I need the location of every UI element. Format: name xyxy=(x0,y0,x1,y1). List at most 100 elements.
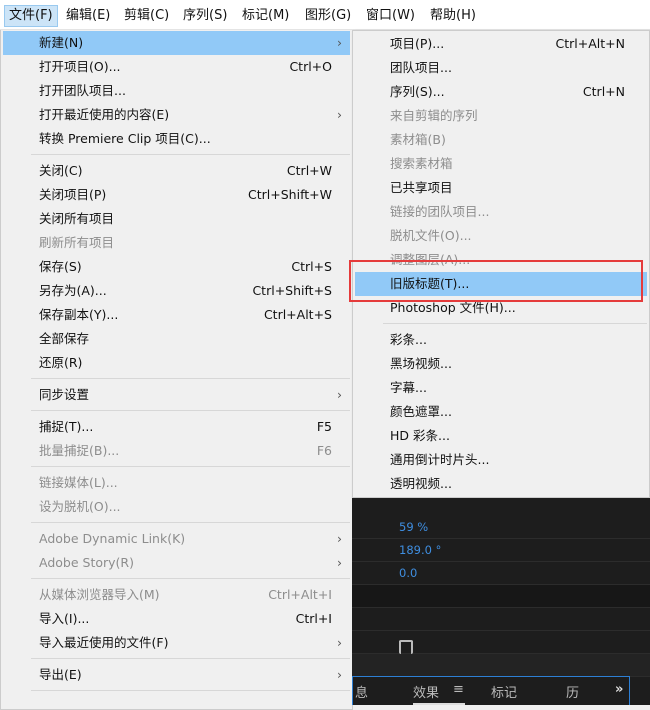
menu-item-新建[interactable]: 新建(N) › xyxy=(3,31,350,55)
menu-item-label: 打开团队项目... xyxy=(39,83,126,98)
menu-序列[interactable]: 序列(S) xyxy=(179,5,231,27)
opacity-value[interactable]: 59 % xyxy=(399,516,428,539)
menu-item-关闭所有项目[interactable]: 关闭所有项目 xyxy=(3,207,350,231)
tab-effects[interactable]: 效果 xyxy=(413,682,439,701)
menu-item-设为脱机[interactable]: 设为脱机(O)... xyxy=(3,495,350,519)
menu-item-从媒体浏览器导入[interactable]: 从媒体浏览器导入(M) Ctrl+Alt+I xyxy=(3,583,350,607)
menu-item-脱机文件[interactable]: 脱机文件(O)... xyxy=(355,224,647,248)
menu-item-label: 已共享项目 xyxy=(390,180,453,195)
tab-markers[interactable]: 标记 xyxy=(491,682,517,701)
menu-图形[interactable]: 图形(G) xyxy=(301,5,355,27)
menu-item-label: HD 彩条... xyxy=(390,428,450,443)
menu-item-label: 彩条... xyxy=(390,332,427,347)
menu-item-关闭项目[interactable]: 关闭项目(P) Ctrl+Shift+W xyxy=(3,183,350,207)
menu-item-团队项目[interactable]: 团队项目... xyxy=(355,56,647,80)
menu-item-透明视频[interactable]: 透明视频... xyxy=(355,472,647,496)
menu-item-同步设置[interactable]: 同步设置 › xyxy=(3,383,350,407)
menu-item-项目[interactable]: 项目(P)... Ctrl+Alt+N xyxy=(355,32,647,56)
menu-item-链接媒体[interactable]: 链接媒体(L)... xyxy=(3,471,350,495)
menu-item-捕捉[interactable]: 捕捉(T)... F5 xyxy=(3,415,350,439)
menu-item-刷新所有项目[interactable]: 刷新所有项目 xyxy=(3,231,350,255)
menu-剪辑[interactable]: 剪辑(C) xyxy=(120,5,173,27)
shortcut-label: Ctrl+S xyxy=(291,259,332,274)
menu-item-hd-彩条[interactable]: HD 彩条... xyxy=(355,424,647,448)
menu-item-adobe-dynamic-link[interactable]: Adobe Dynamic Link(K) › xyxy=(3,527,350,551)
panel-tab-bar: 息 效果 ≡ 标记 历 » xyxy=(352,676,630,705)
submenu-arrow-icon: › xyxy=(337,107,342,122)
menu-separator xyxy=(31,378,350,379)
menu-item-另存为[interactable]: 另存为(A)... Ctrl+Shift+S xyxy=(3,279,350,303)
shortcut-label: Ctrl+Alt+N xyxy=(555,36,625,51)
menu-item-字幕[interactable]: 字幕... xyxy=(355,376,647,400)
menu-separator xyxy=(31,522,350,523)
menu-item-adobe-story[interactable]: Adobe Story(R) › xyxy=(3,551,350,575)
menu-item-label: 链接媒体(L)... xyxy=(39,475,118,490)
menu-item-保存[interactable]: 保存(S) Ctrl+S xyxy=(3,255,350,279)
menu-item-label: 透明视频... xyxy=(390,476,452,491)
menu-item-label: 素材箱(B) xyxy=(390,132,446,147)
angle-value[interactable]: 189.0 ° xyxy=(399,539,441,562)
submenu-arrow-icon: › xyxy=(337,387,342,402)
menu-item-导出[interactable]: 导出(E) › xyxy=(3,663,350,687)
property-row xyxy=(352,631,650,654)
menu-item-关闭[interactable]: 关闭(C) Ctrl+W xyxy=(3,159,350,183)
shortcut-label: Ctrl+Alt+S xyxy=(263,307,332,322)
menu-item-label: 保存(S) xyxy=(39,259,82,274)
number-value[interactable]: 0.0 xyxy=(399,562,417,585)
menu-separator xyxy=(31,466,350,467)
menu-文件[interactable]: 文件(F) xyxy=(4,5,58,27)
submenu-arrow-icon: › xyxy=(337,555,342,570)
shortcut-label: Ctrl+O xyxy=(289,59,332,74)
annotation-highlight-box xyxy=(349,260,643,302)
menu-item-保存副本[interactable]: 保存副本(Y)... Ctrl+Alt+S xyxy=(3,303,350,327)
property-row xyxy=(352,585,650,608)
menu-item-导入最近使用的文件[interactable]: 导入最近使用的文件(F) › xyxy=(3,631,350,655)
checkbox[interactable] xyxy=(399,640,413,654)
menu-item-素材箱[interactable]: 素材箱(B) xyxy=(355,128,647,152)
menu-item-label: 导入最近使用的文件(F) xyxy=(39,635,169,650)
menu-item-导入[interactable]: 导入(I)... Ctrl+I xyxy=(3,607,350,631)
menu-item-已共享项目[interactable]: 已共享项目 xyxy=(355,176,647,200)
menu-item-打开团队项目[interactable]: 打开团队项目... xyxy=(3,79,350,103)
tab-history[interactable]: 历 xyxy=(566,682,579,701)
menu-item-label: 同步设置 xyxy=(39,387,90,402)
menu-item-打开最近使用的内容[interactable]: 打开最近使用的内容(E) › xyxy=(3,103,350,127)
menu-item-label: Adobe Dynamic Link(K) xyxy=(39,531,186,546)
menu-item-彩条[interactable]: 彩条... xyxy=(355,328,647,352)
menu-item-来自剪辑的序列[interactable]: 来自剪辑的序列 xyxy=(355,104,647,128)
submenu-arrow-icon: › xyxy=(337,35,342,50)
menu-item-label: 刷新所有项目 xyxy=(39,235,115,250)
menu-item-label: 还原(R) xyxy=(39,355,83,370)
menu-窗口[interactable]: 窗口(W) xyxy=(362,5,419,27)
shortcut-label: Ctrl+I xyxy=(295,611,332,626)
menu-item-label: 通用倒计时片头... xyxy=(390,452,490,467)
menu-item-label: 另存为(A)... xyxy=(39,283,107,298)
panel-menu-icon[interactable]: ≡ xyxy=(453,682,464,697)
file-menu: 新建(N) › 打开项目(O)... Ctrl+O 打开团队项目... 打开最近使用的内容… xyxy=(0,30,353,710)
menu-item-链接的团队项目[interactable]: 链接的团队项目... xyxy=(355,200,647,224)
menu-item-label: 从媒体浏览器导入(M) xyxy=(39,587,160,602)
more-tabs-icon[interactable]: » xyxy=(615,682,623,697)
menu-item-打开项目[interactable]: 打开项目(O)... Ctrl+O xyxy=(3,55,350,79)
menu-item-黑场视频[interactable]: 黑场视频... xyxy=(355,352,647,376)
submenu-arrow-icon: › xyxy=(337,667,342,682)
menu-item-序列[interactable]: 序列(S)... Ctrl+N xyxy=(355,80,647,104)
menu-item-label: 颜色遮罩... xyxy=(390,404,452,419)
menu-帮助[interactable]: 帮助(H) xyxy=(426,5,480,27)
menu-item-批量捕捉[interactable]: 批量捕捉(B)... F6 xyxy=(3,439,350,463)
menu-编辑[interactable]: 编辑(E) xyxy=(62,5,114,27)
shortcut-label: Ctrl+Shift+S xyxy=(252,283,332,298)
menu-item-转换-premiere-clip-项目[interactable]: 转换 Premiere Clip 项目(C)... xyxy=(3,127,350,151)
menu-item-label: 打开项目(O)... xyxy=(39,59,121,74)
property-row xyxy=(352,654,650,677)
menu-item-label: 保存副本(Y)... xyxy=(39,307,119,322)
menu-标记[interactable]: 标记(M) xyxy=(238,5,293,27)
menu-item-颜色遮罩[interactable]: 颜色遮罩... xyxy=(355,400,647,424)
submenu-arrow-icon: › xyxy=(337,531,342,546)
menu-item-通用倒计时片头[interactable]: 通用倒计时片头... xyxy=(355,448,647,472)
tab-info[interactable]: 息 xyxy=(355,682,368,701)
menu-item-label: 导入(I)... xyxy=(39,611,90,626)
menu-item-全部保存[interactable]: 全部保存 xyxy=(3,327,350,351)
menu-item-搜索素材箱[interactable]: 搜索素材箱 xyxy=(355,152,647,176)
menu-item-还原[interactable]: 还原(R) xyxy=(3,351,350,375)
